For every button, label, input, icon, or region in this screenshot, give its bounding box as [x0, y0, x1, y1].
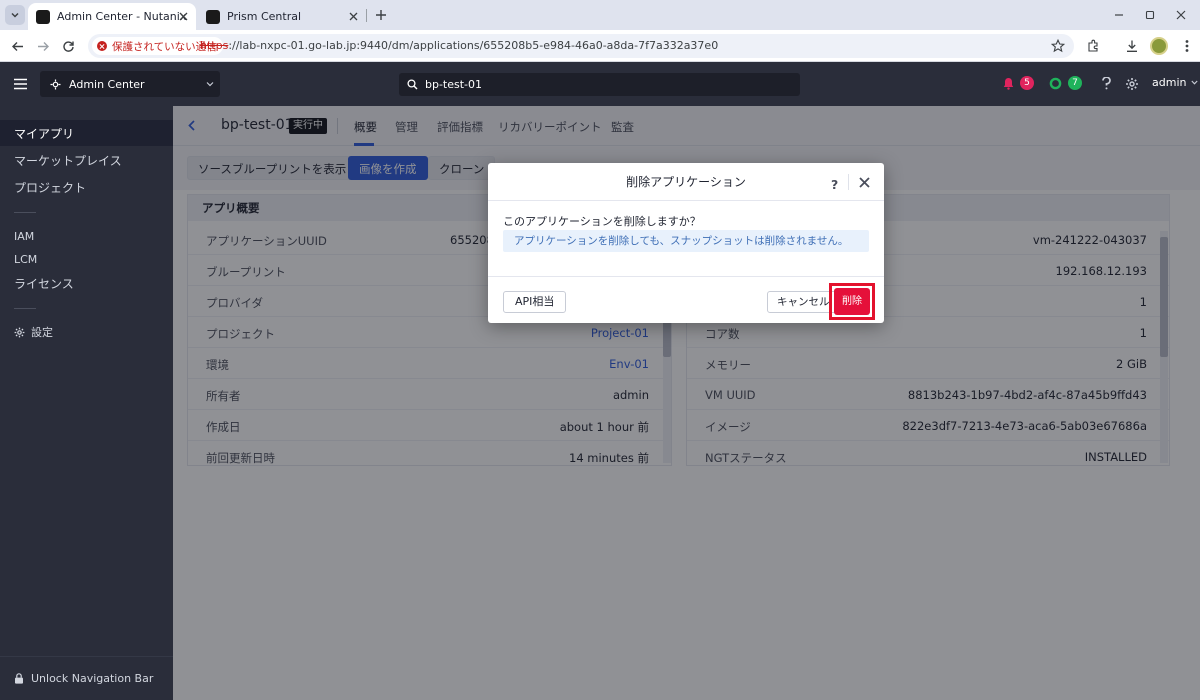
url-path: ://lab-nxpc-01.go-lab.jp:9440/dm/applica… [228, 39, 719, 52]
browser-tab-title: Prism Central [227, 10, 302, 23]
health-status-button[interactable]: 7 [1049, 76, 1082, 90]
user-name: admin [1152, 76, 1187, 89]
dialog-header-divider [848, 174, 849, 190]
app-switcher-dropdown[interactable]: Admin Center [40, 71, 220, 97]
sidebar-item-settings[interactable]: 設定 [0, 319, 173, 345]
url-scheme: https [200, 39, 229, 52]
sidebar-divider [14, 308, 36, 309]
health-ring-icon [1049, 77, 1062, 90]
browser-tab-admin-center[interactable]: Admin Center - Nutanix [28, 3, 196, 30]
sidebar-item-label: 設定 [31, 326, 53, 339]
help-question-icon[interactable] [1099, 76, 1114, 91]
new-tab-plus-icon[interactable] [373, 7, 389, 23]
sidebar-item-label: ライセンス [14, 276, 74, 291]
settings-gear-icon[interactable] [1124, 76, 1139, 91]
hamburger-menu-icon[interactable] [13, 77, 27, 91]
browser-tab-bar: Admin Center - Nutanix Prism Central [0, 0, 1200, 30]
dialog-title: 削除アプリケーション [488, 163, 884, 201]
reload-icon[interactable] [60, 38, 76, 54]
sidebar: マイアプリ マーケットプレイス プロジェクト IAM LCM ライセンス 設定 … [0, 106, 173, 700]
app-switcher-label: Admin Center [69, 77, 145, 91]
sidebar-item-license[interactable]: ライセンス [0, 270, 173, 296]
sidebar-item-lcm[interactable]: LCM [0, 246, 173, 272]
sidebar-item-label: プロジェクト [14, 180, 87, 195]
gear-icon [14, 327, 25, 338]
sidebar-item-label: LCM [14, 252, 38, 266]
delete-confirm-question: このアプリケーションを削除しますか？ [503, 215, 701, 228]
delete-button[interactable]: 削除 [834, 288, 870, 315]
app-header: Admin Center bp-test-01 5 7 admin [0, 62, 1200, 106]
tab-divider [366, 9, 367, 22]
snapshot-info-message: アプリケーションを削除しても、スナップショットは削除されません。 [503, 230, 869, 252]
help-question-icon[interactable]: ? [831, 177, 838, 192]
bell-icon [1003, 77, 1014, 90]
chevron-down-icon [206, 80, 214, 88]
sidebar-item-projects[interactable]: プロジェクト [0, 174, 173, 200]
sidebar-divider [14, 212, 36, 213]
back-arrow-icon[interactable] [9, 38, 25, 54]
sidebar-item-label: マイアプリ [14, 126, 75, 141]
unlock-navigation-bar-label: Unlock Navigation Bar [31, 672, 154, 685]
maximize-window-icon[interactable] [1143, 8, 1157, 22]
close-window-icon[interactable] [1174, 8, 1188, 22]
not-secure-icon [97, 41, 107, 51]
sidebar-item-label: IAM [14, 229, 35, 243]
critical-alert-count: 5 [1020, 76, 1034, 90]
search-icon [407, 79, 418, 90]
browser-tab-title: Admin Center - Nutanix [57, 10, 187, 23]
lock-icon [14, 673, 24, 684]
browser-menu-icon[interactable] [1179, 38, 1195, 54]
url-text: https://lab-nxpc-01.go-lab.jp:9440/dm/ap… [200, 39, 718, 52]
delete-application-dialog: 削除アプリケーション ? このアプリケーションを削除しますか？ アプリケーション… [488, 163, 884, 323]
nutanix-favicon-icon [36, 9, 50, 24]
api-equivalent-button[interactable]: API相当 [503, 291, 567, 313]
tab-search-menu[interactable] [5, 5, 25, 25]
address-bar[interactable]: 保護されていない通信 https://lab-nxpc-01.go-lab.jp… [88, 34, 1074, 58]
health-count: 7 [1068, 76, 1082, 90]
global-search-value: bp-test-01 [425, 78, 483, 91]
global-search-input[interactable]: bp-test-01 [399, 73, 800, 96]
dialog-footer: API相当 キャンセル 削除 [488, 276, 884, 323]
critical-alerts-button[interactable]: 5 [1003, 76, 1034, 90]
unlock-navigation-bar-button[interactable]: Unlock Navigation Bar [0, 656, 173, 700]
close-tab-icon[interactable] [346, 9, 360, 23]
sidebar-item-my-apps[interactable]: マイアプリ [0, 120, 173, 146]
close-icon[interactable] [858, 176, 870, 188]
profile-avatar[interactable] [1150, 37, 1168, 55]
close-tab-icon[interactable] [176, 9, 190, 23]
download-icon[interactable] [1124, 38, 1140, 54]
admin-center-icon [49, 78, 61, 90]
chevron-down-icon [1191, 80, 1199, 87]
forward-arrow-icon[interactable] [35, 38, 51, 54]
browser-toolbar: 保護されていない通信 https://lab-nxpc-01.go-lab.jp… [0, 30, 1200, 62]
extensions-icon[interactable] [1085, 38, 1101, 54]
bookmark-star-icon[interactable] [1050, 38, 1066, 54]
sidebar-item-marketplace[interactable]: マーケットプレイス [0, 147, 173, 173]
nutanix-favicon-icon [206, 9, 220, 24]
minimize-window-icon[interactable] [1112, 8, 1126, 22]
sidebar-item-label: マーケットプレイス [14, 153, 122, 168]
browser-tab-prism-central[interactable]: Prism Central [198, 3, 366, 30]
user-menu[interactable]: admin [1152, 76, 1199, 89]
